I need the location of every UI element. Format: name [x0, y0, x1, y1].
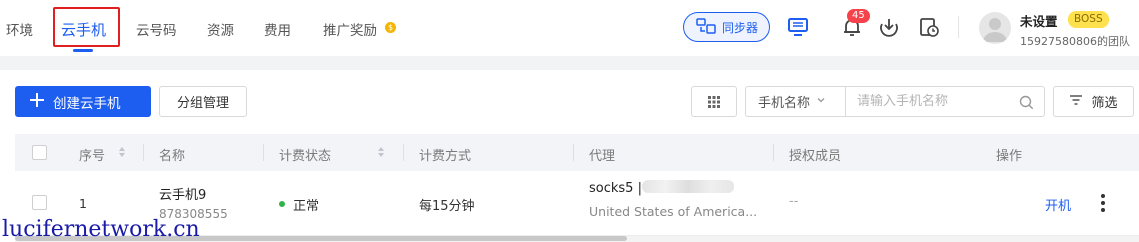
filter-field-select[interactable]: 手机名称 — [745, 86, 845, 117]
column-header-billing-method: 计费方式 — [419, 149, 472, 164]
column-header-actions: 操作 — [996, 149, 1023, 164]
select-all-checkbox[interactable] — [32, 145, 47, 160]
column-separator — [263, 144, 264, 161]
column-header-proxy: 代理 — [589, 149, 616, 164]
sort-icon[interactable] — [118, 146, 126, 162]
filter-button-label: 筛选 — [1091, 96, 1118, 111]
filter-field-label: 手机名称 — [758, 96, 811, 111]
group-management-button[interactable]: 分组管理 — [159, 86, 247, 117]
tab-cloud-phone[interactable]: 云手机 — [61, 19, 106, 40]
header-divider — [958, 16, 959, 38]
tab-environment[interactable]: 环境 — [6, 19, 33, 39]
column-header-billing-status: 计费状态 — [279, 149, 332, 164]
column-header-members: 授权成员 — [789, 149, 842, 164]
role-badge: BOSS — [1068, 11, 1109, 28]
column-separator — [773, 144, 774, 161]
proxy-location: United States of America... — [589, 204, 758, 219]
tab-cloud-number[interactable]: 云号码 — [136, 19, 177, 39]
remote-screen-icon[interactable] — [785, 14, 811, 40]
filter-icon — [1069, 94, 1083, 110]
top-navigation: 环境 云手机 云号码 资源 费用 推广奖励 $ 同步器 45 未设置 BOSS … — [0, 0, 1139, 56]
search-icon[interactable] — [1019, 95, 1034, 114]
search-field — [845, 86, 1045, 117]
content-separator — [0, 56, 1139, 70]
column-separator — [573, 144, 574, 161]
grid-view-icon[interactable] — [691, 86, 737, 117]
status-dot — [279, 201, 285, 207]
create-cloud-phone-button[interactable]: 创建云手机 — [15, 86, 151, 117]
authorized-members: -- — [789, 194, 799, 209]
column-separator — [403, 144, 404, 161]
column-header-name: 名称 — [159, 149, 186, 164]
history-icon[interactable] — [916, 14, 942, 40]
proxy-type: socks5 | — [589, 181, 642, 196]
watermark: lucifernetwork.cn — [2, 217, 200, 242]
search-input[interactable] — [857, 94, 1017, 109]
phone-name[interactable]: 云手机9 — [159, 184, 206, 203]
power-on-button[interactable]: 开机 — [1045, 195, 1071, 214]
user-name[interactable]: 未设置 — [1020, 11, 1058, 30]
chevron-down-icon — [816, 94, 826, 109]
row-checkbox[interactable] — [32, 195, 47, 210]
billing-method: 每15分钟 — [419, 199, 475, 214]
active-tab-underline — [73, 49, 93, 52]
sync-button-label: 同步器 — [722, 20, 759, 35]
more-actions-icon[interactable] — [1097, 192, 1109, 218]
coin-icon: $ — [385, 22, 396, 33]
row-index: 1 — [79, 196, 87, 211]
download-icon[interactable] — [876, 14, 902, 40]
tab-referral-rewards[interactable]: 推广奖励 — [323, 19, 377, 39]
column-separator — [143, 144, 144, 161]
sort-icon[interactable] — [377, 146, 385, 162]
notification-badge: 45 — [847, 9, 870, 23]
plus-icon — [29, 92, 45, 112]
billing-status: 正常 — [293, 199, 320, 214]
team-name: 15927580806的团队 — [1020, 35, 1130, 48]
create-button-label: 创建云手机 — [53, 95, 121, 112]
tab-fees[interactable]: 费用 — [264, 19, 291, 39]
sync-devices-icon — [696, 17, 716, 38]
column-header-index: 序号 — [79, 149, 106, 164]
tab-resources[interactable]: 资源 — [207, 19, 234, 39]
sync-button[interactable]: 同步器 — [683, 12, 770, 42]
filter-button[interactable]: 筛选 — [1053, 86, 1134, 117]
avatar-icon[interactable] — [979, 12, 1011, 44]
proxy-address-redacted — [642, 180, 734, 193]
